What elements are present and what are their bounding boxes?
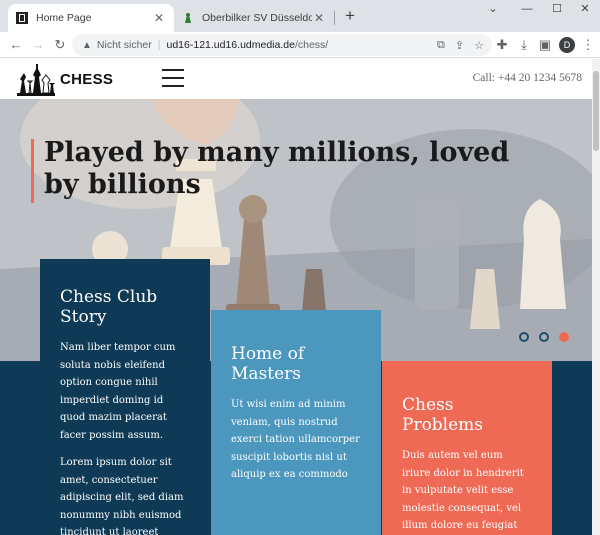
hero-title: Played by many millions, loved by billio… [44,137,510,200]
chess-favicon-icon [16,12,28,24]
scrollbar-thumb[interactable] [593,71,599,151]
card-text: Lorem ipsum dolor sit amet, consectetuer… [60,457,184,535]
slider-dot-2[interactable] [539,332,549,342]
slider-dot-1[interactable] [519,332,529,342]
address-bar[interactable]: ▲ Nicht sicher | ud16-121.ud16.udmedia.d… [72,34,492,56]
browser-toolbar: ← → ↻ ▲ Nicht sicher | ud16-121.ud16.udm… [0,32,600,58]
forward-arrow-icon[interactable]: → [28,35,48,55]
tab-title: Home Page [36,12,92,24]
close-tab-icon[interactable]: ✕ [312,11,326,25]
card-text: Nam liber tempor cum soluta nobis eleife… [60,342,176,441]
warning-icon[interactable]: ▲ [82,40,92,51]
reload-icon[interactable]: ↻ [50,35,70,55]
tab-divider [334,11,335,25]
menu-kebab-icon[interactable]: ⋮ [578,35,598,55]
card-title[interactable]: Chess Club Story [60,287,190,327]
security-status[interactable]: Nicht sicher [97,39,152,51]
slider-dot-3[interactable] [559,332,569,342]
translate-icon[interactable]: ⧉ [437,39,445,52]
tab-home-page[interactable]: Home Page ✕ [8,4,174,32]
card-title[interactable]: Home of Masters [231,344,361,384]
tab-title: Oberbilker SV Düsseldorf - Ober [202,12,312,24]
tab-strip: Home Page ✕ Oberbilker SV Düsseldorf - O… [0,0,600,32]
new-tab-button[interactable]: + [340,6,360,26]
minimize-button[interactable]: — [510,0,544,20]
slider-dots [519,332,569,342]
close-tab-icon[interactable]: ✕ [152,11,166,25]
address-bar-actions: ⧉ ⇪ ☆ [437,34,484,56]
tab-oberbilker[interactable]: Oberbilker SV Düsseldorf - Ober ✕ [174,4,334,32]
site-logo-text[interactable]: CHESS [60,71,113,88]
card-title[interactable]: Chess Problems [402,395,532,435]
card-text: Ut wisi enim ad minim veniam, quis nostr… [231,399,360,480]
download-icon[interactable]: ⤓ [514,35,534,55]
tab-search-icon[interactable]: ⌄ [476,0,510,20]
hamburger-menu-icon[interactable] [162,69,184,89]
phone-contact[interactable]: Call: +44 20 1234 5678 [473,72,582,84]
back-arrow-icon[interactable]: ← [6,35,26,55]
pawn-favicon-icon [182,12,194,24]
bookmark-star-icon[interactable]: ☆ [474,39,484,52]
profile-avatar[interactable]: D [559,37,575,53]
card-chess-club-story: Chess Club Story Nam liber tempor cum so… [40,259,210,535]
hero-title-accent [31,139,34,203]
site-header: CHESS Call: +44 20 1234 5678 [0,59,592,99]
share-icon[interactable]: ⇪ [455,39,464,52]
side-panel-icon[interactable]: ▣ [535,35,555,55]
url-host: ud16-121.ud16.udmedia.de [166,39,295,51]
address-separator: | [157,39,161,51]
page-scrollbar[interactable] [592,59,600,535]
extensions-puzzle-icon[interactable]: ✚ [492,35,512,55]
url-path: /chess/ [294,39,329,51]
card-chess-problems: Chess Problems Duis autem vel eum iriure… [382,361,552,535]
chess-pieces-logo-icon[interactable] [16,63,56,97]
page-viewport: CHESS Call: +44 20 1234 5678 Played by m… [0,59,592,535]
card-home-of-masters: Home of Masters Ut wisi enim ad minim ve… [211,310,381,535]
card-text: Duis autem vel eum iriure dolor in hendr… [402,450,524,531]
close-window-button[interactable]: ✕ [568,0,600,20]
